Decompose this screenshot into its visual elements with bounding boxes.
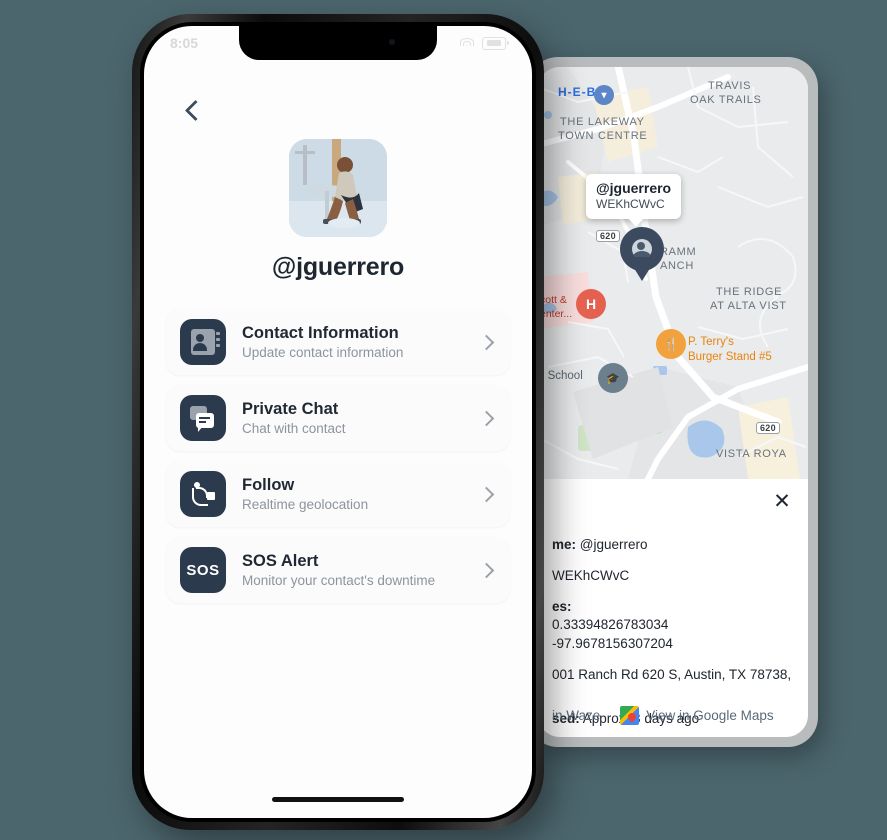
map-view[interactable]: H-E-B ▾ TRAVIS OAK TRAILS THE LAKEWAY TO…	[538, 67, 808, 479]
pin-avatar-icon	[632, 239, 652, 259]
store-pin[interactable]: ▾	[594, 85, 614, 105]
map-label-heb: H-E-B	[558, 85, 597, 99]
chat-bubble-icon	[180, 395, 226, 441]
sheet-coords-row: es: 0.33394826783034 -97.9678156307204	[552, 598, 794, 653]
map-label-travis: TRAVIS	[708, 80, 752, 92]
school-pin[interactable]: 🎓	[598, 363, 628, 393]
menu-item-subtitle: Chat with contact	[242, 420, 346, 436]
menu-item-contact-information[interactable]: Contact Information Update contact infor…	[166, 309, 510, 375]
back-chevron-icon[interactable]	[180, 98, 206, 124]
status-indicators	[460, 36, 509, 50]
map-label-ramm: RAMM	[660, 246, 697, 258]
user-location-pin[interactable]	[620, 227, 664, 281]
menu-item-sos-alert[interactable]: SOS SOS Alert Monitor your contact's dow…	[166, 537, 510, 603]
left-device-screen: 8:05 @jguerrero Contact Information Upda…	[144, 26, 532, 818]
profile-photo	[289, 139, 387, 237]
menu-item-texts: Private Chat Chat with contact	[242, 399, 478, 438]
user-callout[interactable]: @jguerrero WEKhCWvC	[586, 174, 682, 227]
menu-item-subtitle: Monitor your contact's downtime	[242, 572, 436, 588]
google-maps-link-label: View in Google Maps	[646, 708, 774, 723]
sheet-tag-row: WEKhCWvC	[552, 567, 794, 585]
callout-username: @jguerrero	[596, 180, 672, 196]
menu-item-title: Contact Information	[242, 323, 399, 342]
menu-item-subtitle: Update contact information	[242, 344, 404, 360]
sheet-longitude: -97.9678156307204	[552, 636, 673, 651]
chevron-right-icon	[478, 562, 494, 578]
sheet-links: in Waze View in Google Maps	[538, 706, 808, 725]
chevron-right-icon	[478, 410, 494, 426]
highway-shield-620-bottom: 620	[756, 422, 780, 434]
menu-item-subtitle: Realtime geolocation	[242, 496, 369, 512]
chevron-right-icon	[478, 334, 494, 350]
right-device-frame: H-E-B ▾ TRAVIS OAK TRAILS THE LAKEWAY TO…	[528, 57, 818, 747]
canvas: H-E-B ▾ TRAVIS OAK TRAILS THE LAKEWAY TO…	[0, 0, 887, 840]
map-label-vista-royal: VISTA ROYA	[716, 448, 787, 460]
callout-tag: WEKhCWvC	[596, 197, 665, 211]
close-icon[interactable]: ✕	[770, 489, 794, 513]
sheet-coords-label: es:	[552, 599, 572, 614]
profile-menu: Contact Information Update contact infor…	[166, 309, 510, 613]
contact-card-icon	[180, 319, 226, 365]
restaurant-pin[interactable]: 🍴	[656, 329, 686, 359]
map-label-hospital-1: cott &	[540, 294, 567, 306]
map-label-high-school: h School	[538, 370, 583, 382]
sheet-address: 001 Ranch Rd 620 S, Austin, TX 78738,	[552, 667, 792, 682]
battery-icon	[482, 36, 509, 50]
route-path-icon	[180, 471, 226, 517]
map-label-hospital-2: enter...	[540, 308, 573, 320]
map-label-the-ridge: THE RIDGE	[716, 286, 783, 298]
location-info-sheet: ✕ me: @jguerrero WEKhCWvC es: 0.33394826…	[538, 479, 808, 737]
wifi-icon	[460, 37, 476, 49]
sheet-latitude: 0.33394826783034	[552, 617, 669, 632]
menu-item-follow[interactable]: Follow Realtime geolocation	[166, 461, 510, 527]
map-label-town-centre: TOWN CENTRE	[558, 130, 648, 142]
sheet-username-row: me: @jguerrero	[552, 536, 794, 554]
map-label-burger-stand: Burger Stand #5	[688, 351, 772, 363]
avatar[interactable]	[289, 139, 387, 237]
status-time: 8:05	[170, 35, 199, 51]
menu-item-title: SOS Alert	[242, 551, 319, 570]
waze-link-label: in Waze	[552, 708, 601, 723]
map-label-anch: ANCH	[660, 260, 694, 272]
notch	[239, 26, 437, 60]
menu-item-private-chat[interactable]: Private Chat Chat with contact	[166, 385, 510, 451]
menu-item-texts: Contact Information Update contact infor…	[242, 323, 478, 362]
menu-item-texts: SOS Alert Monitor your contact's downtim…	[242, 551, 478, 590]
view-in-waze-link[interactable]: in Waze	[552, 708, 600, 723]
page-title: @jguerrero	[271, 253, 405, 281]
google-maps-icon	[620, 706, 640, 725]
chevron-right-icon	[478, 486, 494, 502]
map-label-oak-trails: OAK TRAILS	[690, 94, 762, 106]
sheet-username-label: me:	[552, 537, 577, 552]
map-label-the-lakeway: THE LAKEWAY	[560, 116, 645, 128]
left-device-bezel: 8:05 @jguerrero Contact Information Upda…	[140, 22, 536, 822]
home-indicator	[272, 797, 404, 802]
menu-item-texts: Follow Realtime geolocation	[242, 475, 478, 514]
sos-icon: SOS	[180, 547, 226, 593]
menu-item-title: Private Chat	[242, 399, 339, 418]
left-device-frame: 8:05 @jguerrero Contact Information Upda…	[132, 14, 544, 830]
right-device-screen: H-E-B ▾ TRAVIS OAK TRAILS THE LAKEWAY TO…	[538, 67, 808, 737]
highway-shield-620-top: 620	[596, 230, 620, 242]
sheet-tag-value: WEKhCWvC	[552, 568, 630, 583]
map-label-alta-vista: AT ALTA VIST	[710, 300, 787, 312]
sheet-username-value: @jguerrero	[579, 537, 648, 552]
map-label-pterrys: P. Terry's	[688, 336, 734, 348]
hospital-pin[interactable]: H	[576, 289, 606, 319]
menu-item-title: Follow	[242, 475, 295, 494]
view-in-google-maps-link[interactable]: View in Google Maps	[620, 706, 774, 725]
